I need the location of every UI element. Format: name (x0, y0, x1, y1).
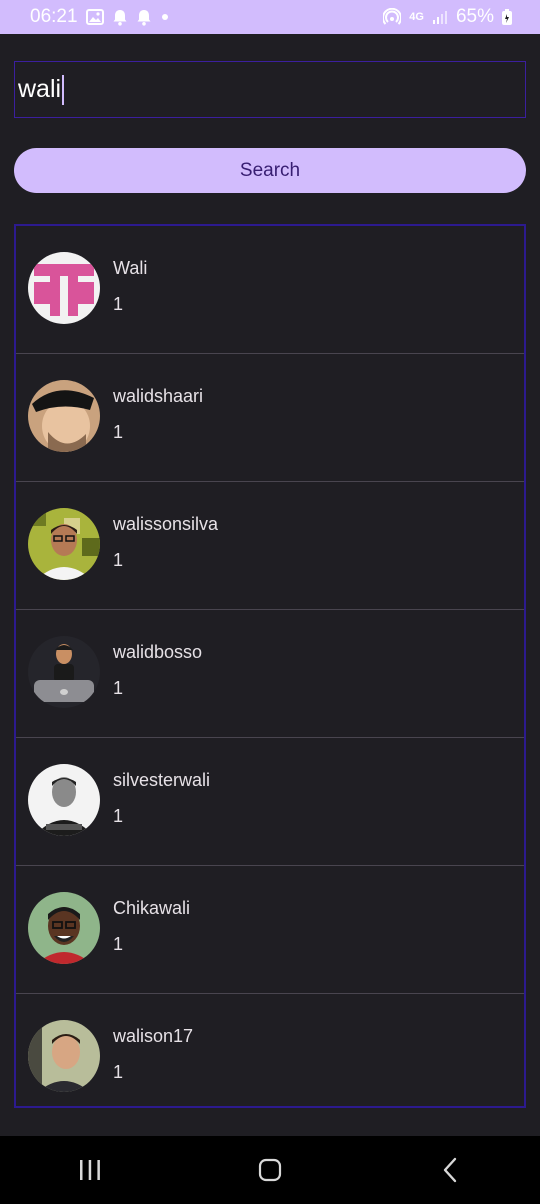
back-icon[interactable] (420, 1140, 480, 1200)
status-bar: 06:21 4G 65% (0, 0, 540, 34)
recent-apps-icon[interactable] (60, 1140, 120, 1200)
list-item-name: Chikawali (113, 898, 191, 918)
list-item-name: walison17 (113, 1026, 194, 1046)
list-item-name: walidbosso (113, 642, 203, 662)
search-input[interactable]: wali (14, 61, 526, 118)
list-item-name: walissonsilva (113, 514, 219, 534)
list-item-count: 1 (113, 934, 124, 954)
search-button-label: Search (239, 159, 301, 181)
signal-icon (432, 9, 448, 25)
avatar (28, 764, 100, 836)
list-item-count: 1 (113, 550, 124, 570)
list-item-count: 1 (113, 422, 124, 442)
list-item-count: 1 (113, 678, 124, 698)
status-right: 4G 65% (383, 6, 512, 28)
list-item-count: 1 (113, 1062, 124, 1082)
bell-icon (112, 9, 128, 26)
list-item[interactable]: walison17 1 (16, 994, 524, 1106)
avatar (28, 892, 100, 964)
search-button[interactable]: Search (14, 148, 526, 193)
image-icon (85, 9, 104, 25)
list-item-name: walidshaari (113, 386, 204, 406)
list-item-name: silvesterwali (113, 770, 211, 790)
avatar (28, 1020, 100, 1092)
dot-icon (160, 12, 170, 22)
list-item[interactable]: walidshaari 1 (16, 354, 524, 482)
list-item[interactable]: walidbosso 1 (16, 610, 524, 738)
list-item[interactable]: walissonsilva 1 (16, 482, 524, 610)
navigation-bar (0, 1136, 540, 1204)
status-left: 06:21 (30, 6, 170, 28)
results-list[interactable]: Wali 1 walidshaari 1 walissonsilva 1 wal… (14, 224, 526, 1108)
avatar (28, 380, 100, 452)
battery-percent: 65% (455, 6, 494, 27)
text-caret (62, 74, 65, 105)
list-item-count: 1 (113, 806, 124, 826)
list-item[interactable]: Chikawali 1 (16, 866, 524, 994)
avatar (28, 508, 100, 580)
list-item-count: 1 (113, 294, 124, 314)
network-type: 4G (409, 11, 424, 23)
avatar (28, 252, 100, 324)
list-item-name: Wali (113, 258, 148, 278)
avatar (28, 636, 100, 708)
search-input-value: wali (18, 75, 62, 103)
bell-icon (136, 9, 152, 26)
list-item[interactable]: Wali 1 (16, 226, 524, 354)
battery-icon (502, 9, 512, 25)
home-icon[interactable] (240, 1140, 300, 1200)
status-time: 06:21 (30, 6, 78, 27)
hotspot-icon (383, 8, 402, 26)
list-item[interactable]: silvesterwali 1 (16, 738, 524, 866)
